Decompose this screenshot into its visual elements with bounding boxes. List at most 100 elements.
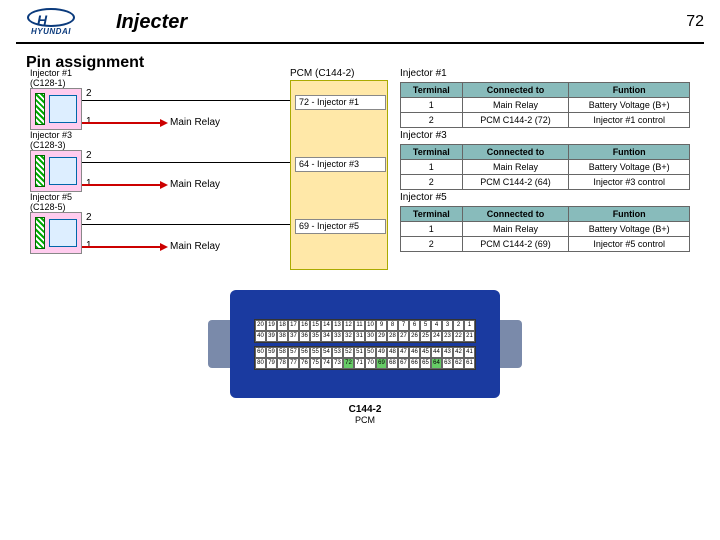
table-header: Connected to: [462, 207, 569, 222]
connector-pin-54: 54: [321, 347, 332, 358]
connector-side-right: [500, 320, 522, 368]
table-header: Funtion: [569, 145, 690, 160]
connector-pin-71: 71: [354, 358, 365, 369]
connector-pin-70: 70: [365, 358, 376, 369]
connector-pin-55: 55: [310, 347, 321, 358]
connector-pin-16: 16: [299, 320, 310, 331]
table-cell: Main Relay: [462, 160, 569, 175]
connector-pin-29: 29: [376, 331, 387, 342]
pin2-label: 2: [86, 212, 92, 223]
table-cell: Injector #3 control: [569, 175, 690, 190]
table-cell: 2: [401, 237, 463, 252]
inj-inner-box: [49, 219, 77, 247]
wire-power: [82, 246, 162, 248]
table-cell: Main Relay: [462, 98, 569, 113]
connector-pin-63: 63: [442, 358, 453, 369]
connector-pin-5: 5: [420, 320, 431, 331]
connector-pin-24: 24: [431, 331, 442, 342]
connector-pin-48: 48: [387, 347, 398, 358]
connector-pin-43: 43: [442, 347, 453, 358]
inj-fuzz: [35, 217, 45, 249]
connector-pin-77: 77: [288, 358, 299, 369]
connector-grid-block: 6059585756555453525150494847464544434241…: [254, 346, 476, 370]
connector-wrap: 2019181716151413121110987654321403938373…: [230, 290, 500, 425]
connector-pin-62: 62: [453, 358, 464, 369]
connector-pin-64: 64: [431, 358, 442, 369]
connector-c144-2: 2019181716151413121110987654321403938373…: [230, 290, 500, 398]
connector-pin-4: 4: [431, 320, 442, 331]
table-title: Injector #1: [400, 68, 447, 79]
injector-box: [30, 212, 82, 254]
connector-label: C144-2: [230, 404, 500, 415]
table-cell: Battery Voltage (B+): [569, 160, 690, 175]
connector-pin-69: 69: [376, 358, 387, 369]
hyundai-logo: H HYUNDAI: [16, 8, 86, 36]
connector-pin-67: 67: [398, 358, 409, 369]
table-header: Terminal: [401, 145, 463, 160]
logo-h: H: [37, 12, 47, 28]
table-cell: Main Relay: [462, 222, 569, 237]
inj-inner-box: [49, 95, 77, 123]
connector-pin-7: 7: [398, 320, 409, 331]
connector-pin-17: 17: [288, 320, 299, 331]
wire-signal: [82, 224, 290, 225]
subtitle: Pin assignment: [26, 54, 720, 72]
connector-pin-51: 51: [354, 347, 365, 358]
connector-pin-78: 78: [277, 358, 288, 369]
connector-pin-13: 13: [332, 320, 343, 331]
connector-pin-20: 20: [255, 320, 266, 331]
connector-pin-12: 12: [343, 320, 354, 331]
table-cell: Battery Voltage (B+): [569, 222, 690, 237]
inj-fuzz: [35, 93, 45, 125]
connector-pin-65: 65: [420, 358, 431, 369]
divider: [16, 42, 704, 44]
connector-pin-33: 33: [332, 331, 343, 342]
connector-pin-30: 30: [365, 331, 376, 342]
connector-pin-15: 15: [310, 320, 321, 331]
wire-power: [82, 122, 162, 124]
inj-label: Injector #3(C128-3): [30, 130, 72, 150]
connector-pin-14: 14: [321, 320, 332, 331]
connector-pin-53: 53: [332, 347, 343, 358]
connector-pin-46: 46: [409, 347, 420, 358]
connector-pin-2: 2: [453, 320, 464, 331]
pin2-label: 2: [86, 88, 92, 99]
main-relay-label: Main Relay: [170, 117, 220, 128]
table-cell: PCM C144-2 (64): [462, 175, 569, 190]
pcm-block: 72 - Injector #1 64 - Injector #3 69 - I…: [290, 80, 388, 270]
connector-pin-1: 1: [464, 320, 475, 331]
table-header: Connected to: [462, 145, 569, 160]
table-header: Terminal: [401, 207, 463, 222]
logo-brand: HYUNDAI: [31, 27, 71, 36]
pin-table: TerminalConnected toFuntion1Main RelayBa…: [400, 82, 690, 128]
connector-pin-41: 41: [464, 347, 475, 358]
table-cell: 2: [401, 175, 463, 190]
table-cell: 1: [401, 222, 463, 237]
connector-pin-80: 80: [255, 358, 266, 369]
connector-sublabel: PCM: [230, 415, 500, 425]
logo-oval: H: [27, 8, 75, 27]
page-title: Injecter: [116, 11, 187, 34]
main-relay-label: Main Relay: [170, 179, 220, 190]
connector-pin-75: 75: [310, 358, 321, 369]
connector-pin-57: 57: [288, 347, 299, 358]
wire-power: [82, 184, 162, 186]
connector-pin-11: 11: [354, 320, 365, 331]
connector-pin-8: 8: [387, 320, 398, 331]
table-header: Terminal: [401, 83, 463, 98]
injector-box: [30, 150, 82, 192]
table-cell: PCM C144-2 (69): [462, 237, 569, 252]
main-relay-label: Main Relay: [170, 241, 220, 252]
connector-side-left: [208, 320, 230, 368]
connector-pin-61: 61: [464, 358, 475, 369]
connector-pin-31: 31: [354, 331, 365, 342]
connector-grid-block: 2019181716151413121110987654321403938373…: [254, 319, 476, 343]
connector-pin-68: 68: [387, 358, 398, 369]
wire-signal: [82, 100, 290, 101]
header: H HYUNDAI Injecter 72: [0, 0, 720, 40]
connector-pin-3: 3: [442, 320, 453, 331]
connector-pin-50: 50: [365, 347, 376, 358]
connector-pin-44: 44: [431, 347, 442, 358]
pin2-label: 2: [86, 150, 92, 161]
table-cell: PCM C144-2 (72): [462, 113, 569, 128]
